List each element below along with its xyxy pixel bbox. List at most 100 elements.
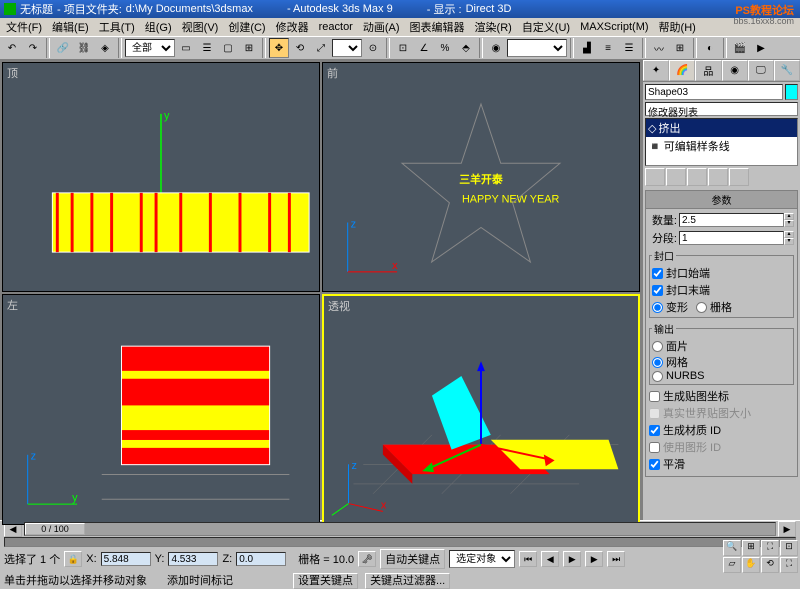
tab-motion[interactable]: ◉ — [722, 60, 748, 81]
play-end-button[interactable]: ⏭ — [607, 551, 625, 567]
play-next-button[interactable]: ▶ — [585, 551, 603, 567]
tab-display[interactable]: 🖵 — [748, 60, 774, 81]
link-button[interactable]: 🔗 — [53, 38, 73, 58]
maximize-button[interactable]: ⛶ — [780, 557, 798, 573]
tab-create[interactable]: ✦ — [643, 60, 669, 81]
pan-button[interactable]: ✋ — [742, 557, 760, 573]
modifier-stack[interactable]: ◇挤出 ◾可编辑样条线 — [645, 118, 798, 166]
cap-end-check[interactable] — [652, 285, 663, 296]
keyfilter-button[interactable]: 关键点过滤器... — [365, 573, 450, 589]
gen-map-check[interactable] — [649, 391, 660, 402]
zoom-extents-all-button[interactable]: ⊡ — [780, 540, 798, 556]
zoom-button[interactable]: 🔍 — [723, 540, 741, 556]
z-coord-input[interactable] — [236, 552, 286, 566]
move-button[interactable]: ✥ — [269, 38, 289, 58]
key-mode-button[interactable]: 🗝 — [358, 551, 376, 567]
mesh-radio[interactable] — [652, 357, 663, 368]
amount-input[interactable] — [679, 213, 784, 227]
segs-down[interactable]: ▾ — [784, 238, 794, 245]
tab-hierarchy[interactable]: 品 — [695, 60, 721, 81]
menu-graph[interactable]: 图表编辑器 — [406, 18, 469, 36]
menu-group[interactable]: 组(G) — [141, 18, 176, 36]
viewport-top[interactable]: 顶 y x — [2, 62, 320, 292]
scale-button[interactable]: ⤢ — [311, 38, 331, 58]
remove-mod-button[interactable] — [708, 168, 728, 186]
track-bar[interactable] — [4, 537, 796, 547]
tab-modify[interactable]: 🌈 — [669, 60, 695, 81]
setkey-button[interactable]: 设置关键点 — [293, 573, 358, 589]
rotate-button[interactable]: ⟲ — [290, 38, 310, 58]
menu-customize[interactable]: 自定义(U) — [518, 18, 574, 36]
menu-help[interactable]: 帮助(H) — [655, 18, 700, 36]
select-name-button[interactable]: ☰ — [197, 38, 217, 58]
pin-stack-button[interactable] — [645, 168, 665, 186]
align-button[interactable]: ≡ — [598, 38, 618, 58]
angle-snap-button[interactable]: ∠ — [414, 38, 434, 58]
menu-animation[interactable]: 动画(A) — [359, 18, 404, 36]
select-button[interactable]: ▭ — [176, 38, 196, 58]
autokey-button[interactable]: 自动关键点 — [380, 549, 445, 569]
play-button[interactable]: ▶ — [563, 551, 581, 567]
menu-modifiers[interactable]: 修改器 — [272, 18, 313, 36]
patch-radio[interactable] — [652, 341, 663, 352]
modifier-list-dropdown[interactable]: 修改器列表 — [645, 102, 798, 116]
time-slider-handle[interactable]: 0 / 100 — [25, 523, 85, 535]
mirror-button[interactable]: ▟ — [577, 38, 597, 58]
morph-radio[interactable] — [652, 302, 663, 313]
orbit-button[interactable]: ⟲ — [761, 557, 779, 573]
percent-snap-button[interactable]: % — [435, 38, 455, 58]
redo-button[interactable]: ↷ — [23, 38, 43, 58]
time-slider-track[interactable]: 0 / 100 — [24, 522, 776, 536]
amount-down[interactable]: ▾ — [784, 220, 794, 227]
snap-button[interactable]: ⊡ — [393, 38, 413, 58]
selection-filter[interactable]: 全部 — [125, 39, 175, 57]
unique-button[interactable] — [687, 168, 707, 186]
menu-tools[interactable]: 工具(T) — [95, 18, 139, 36]
play-start-button[interactable]: ⏮ — [519, 551, 537, 567]
material-button[interactable]: ◐ — [700, 38, 720, 58]
undo-button[interactable]: ↶ — [2, 38, 22, 58]
segs-up[interactable]: ▴ — [784, 231, 794, 238]
object-name-input[interactable] — [645, 84, 783, 100]
fov-button[interactable]: ▱ — [723, 557, 741, 573]
cap-start-check[interactable] — [652, 268, 663, 279]
named-sel-dropdown[interactable] — [507, 39, 567, 57]
play-prev-button[interactable]: ◀ — [541, 551, 559, 567]
pivot-button[interactable]: ⊙ — [363, 38, 383, 58]
menu-render[interactable]: 渲染(R) — [471, 18, 516, 36]
named-sel-button[interactable]: ◉ — [486, 38, 506, 58]
spinner-snap-button[interactable]: ⬘ — [456, 38, 476, 58]
menu-edit[interactable]: 编辑(E) — [48, 18, 93, 36]
grid-radio[interactable] — [696, 302, 707, 313]
use-shape-check[interactable] — [649, 442, 660, 453]
bind-button[interactable]: ◈ — [95, 38, 115, 58]
configure-button[interactable] — [729, 168, 749, 186]
segs-input[interactable] — [679, 231, 784, 245]
stack-extrude[interactable]: ◇挤出 — [646, 119, 797, 137]
viewport-front[interactable]: 前 三羊开泰 HAPPY NEW YEAR z x — [322, 62, 640, 292]
ref-coord-dropdown[interactable] — [332, 39, 362, 57]
tab-utilities[interactable]: 🔧 — [774, 60, 800, 81]
viewport-perspective[interactable]: 透视 z x — [322, 294, 640, 525]
viewport-left[interactable]: 左 z y — [2, 294, 320, 525]
zoom-extents-button[interactable]: ⛶ — [761, 540, 779, 556]
curve-editor-button[interactable]: 〰 — [649, 38, 669, 58]
x-coord-input[interactable] — [101, 552, 151, 566]
unlink-button[interactable]: ⛓ — [74, 38, 94, 58]
menu-create[interactable]: 创建(C) — [224, 18, 269, 36]
menu-reactor[interactable]: reactor — [315, 20, 357, 34]
lock-button[interactable]: 🔒 — [64, 551, 82, 567]
menu-file[interactable]: 文件(F) — [2, 18, 46, 36]
time-next-button[interactable]: ▶ — [778, 521, 796, 537]
amount-up[interactable]: ▴ — [784, 213, 794, 220]
select-region-button[interactable]: ▢ — [218, 38, 238, 58]
zoom-all-button[interactable]: ⊞ — [742, 540, 760, 556]
key-target-dropdown[interactable]: 选定对象 — [449, 550, 515, 568]
schematic-button[interactable]: ⊞ — [670, 38, 690, 58]
menu-maxscript[interactable]: MAXScript(M) — [576, 20, 652, 34]
rollout-header[interactable]: 参数 — [646, 191, 797, 209]
layer-button[interactable]: ☰ — [619, 38, 639, 58]
show-result-button[interactable] — [666, 168, 686, 186]
smooth-check[interactable] — [649, 459, 660, 470]
gen-mat-check[interactable] — [649, 425, 660, 436]
